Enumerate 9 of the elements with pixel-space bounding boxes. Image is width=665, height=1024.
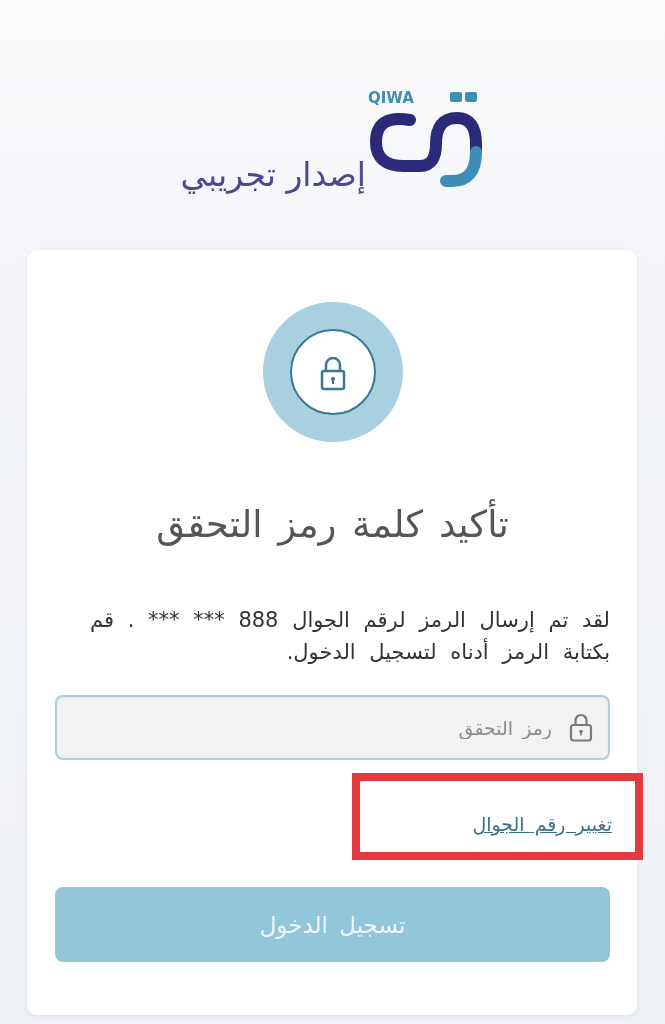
lock-icon bbox=[569, 712, 593, 742]
lock-icon bbox=[262, 302, 403, 442]
instruction-text: لقد تم إرسال الرمز لرقم الجوال 888 *** *** . قم بكتابة الرمز أدناه لتسجيل الدخول. bbox=[88, 607, 610, 666]
change-number-link[interactable]: تغيير رقم الجوال bbox=[472, 810, 612, 838]
verification-title: تأكيد كلمة رمز التحقق bbox=[55, 500, 610, 550]
logo-mark-icon bbox=[370, 92, 482, 187]
logo-subtitle: إصدار تجريبي bbox=[180, 154, 366, 196]
code-input-field[interactable]: رمز التحقق bbox=[55, 695, 610, 760]
logo-wordmark: QIWA bbox=[368, 89, 414, 107]
